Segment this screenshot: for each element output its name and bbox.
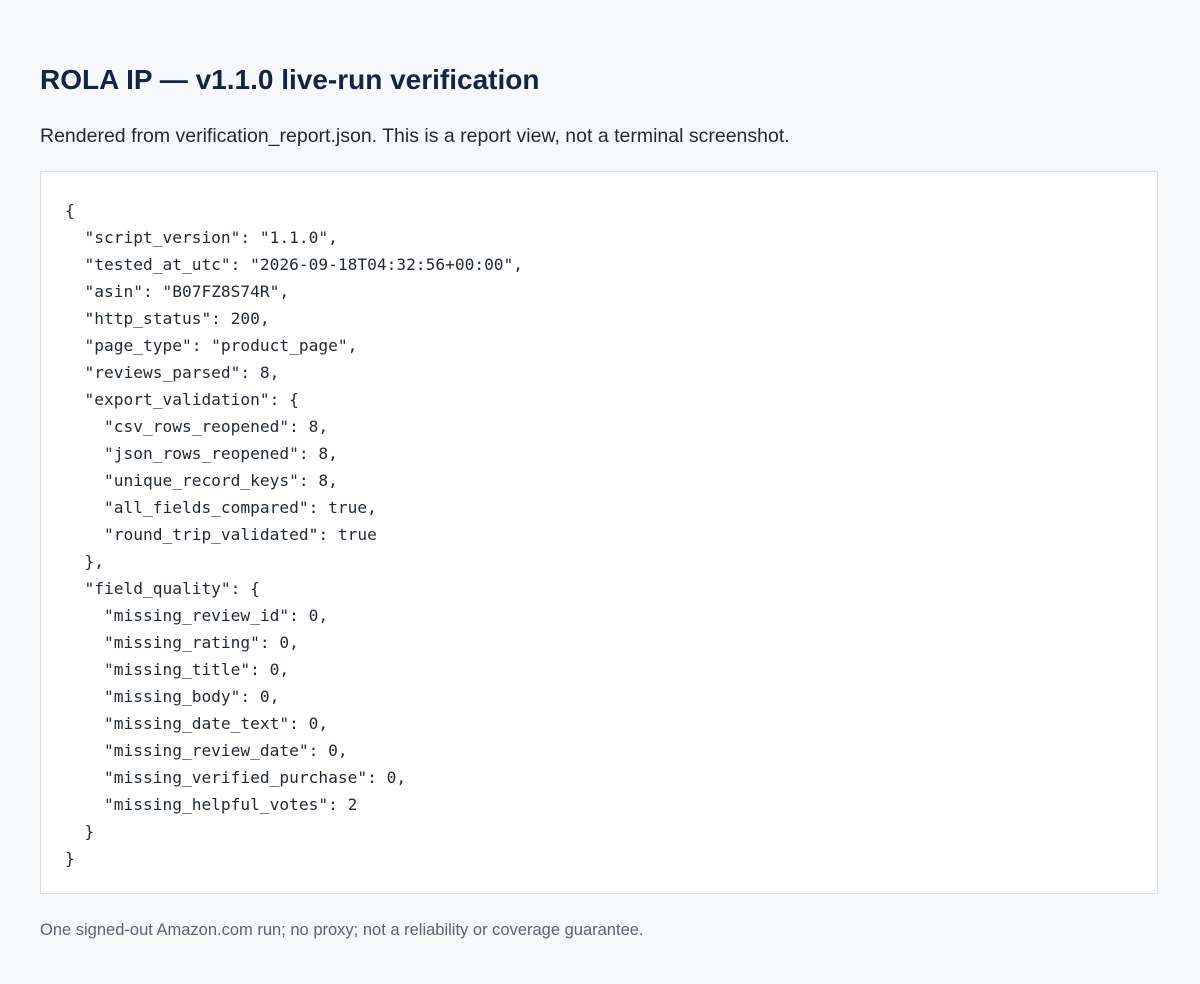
json-report-line: } [65, 849, 75, 868]
json-report-line: "missing_review_date": 0, [65, 741, 348, 760]
json-report-line: "missing_verified_purchase": 0, [65, 768, 407, 787]
json-report-line: }, [65, 552, 104, 571]
json-report-line: "missing_rating": 0, [65, 633, 299, 652]
json-report-line: "missing_helpful_votes": 2 [65, 795, 358, 814]
json-report-line: "script_version": "1.1.0", [65, 228, 338, 247]
json-report-panel: { "script_version": "1.1.0", "tested_at_… [40, 171, 1158, 894]
json-report-content: { "script_version": "1.1.0", "tested_at_… [65, 197, 523, 872]
json-report-line: "page_type": "product_page", [65, 336, 358, 355]
json-report-line: "missing_body": 0, [65, 687, 280, 706]
json-report-line: "field_quality": { [65, 579, 260, 598]
json-report-line: "http_status": 200, [65, 309, 270, 328]
json-report-line: "all_fields_compared": true, [65, 498, 377, 517]
json-report-line: "reviews_parsed": 8, [65, 363, 280, 382]
json-report-line: "missing_title": 0, [65, 660, 290, 679]
json-report-line: } [65, 822, 95, 841]
json-report-line: "unique_record_keys": 8, [65, 471, 338, 490]
json-report-line: "export_validation": { [65, 390, 299, 409]
json-report-line: "tested_at_utc": "2026-09-18T04:32:56+00… [65, 255, 524, 274]
page-title: ROLA IP — v1.1.0 live-run verification [40, 64, 540, 95]
json-report-line: "csv_rows_reopened": 8, [65, 417, 329, 436]
json-report-line: { [65, 201, 75, 220]
json-report-line: "json_rows_reopened": 8, [65, 444, 338, 463]
json-report-line: "missing_review_id": 0, [65, 606, 329, 625]
json-report-line: "missing_date_text": 0, [65, 714, 329, 733]
footnote: One signed-out Amazon.com run; no proxy;… [40, 921, 644, 939]
json-report-line: "asin": "B07FZ8S74R", [65, 282, 290, 301]
json-report-line: "round_trip_validated": true [65, 525, 377, 544]
page-subtitle: Rendered from verification_report.json. … [40, 125, 790, 147]
